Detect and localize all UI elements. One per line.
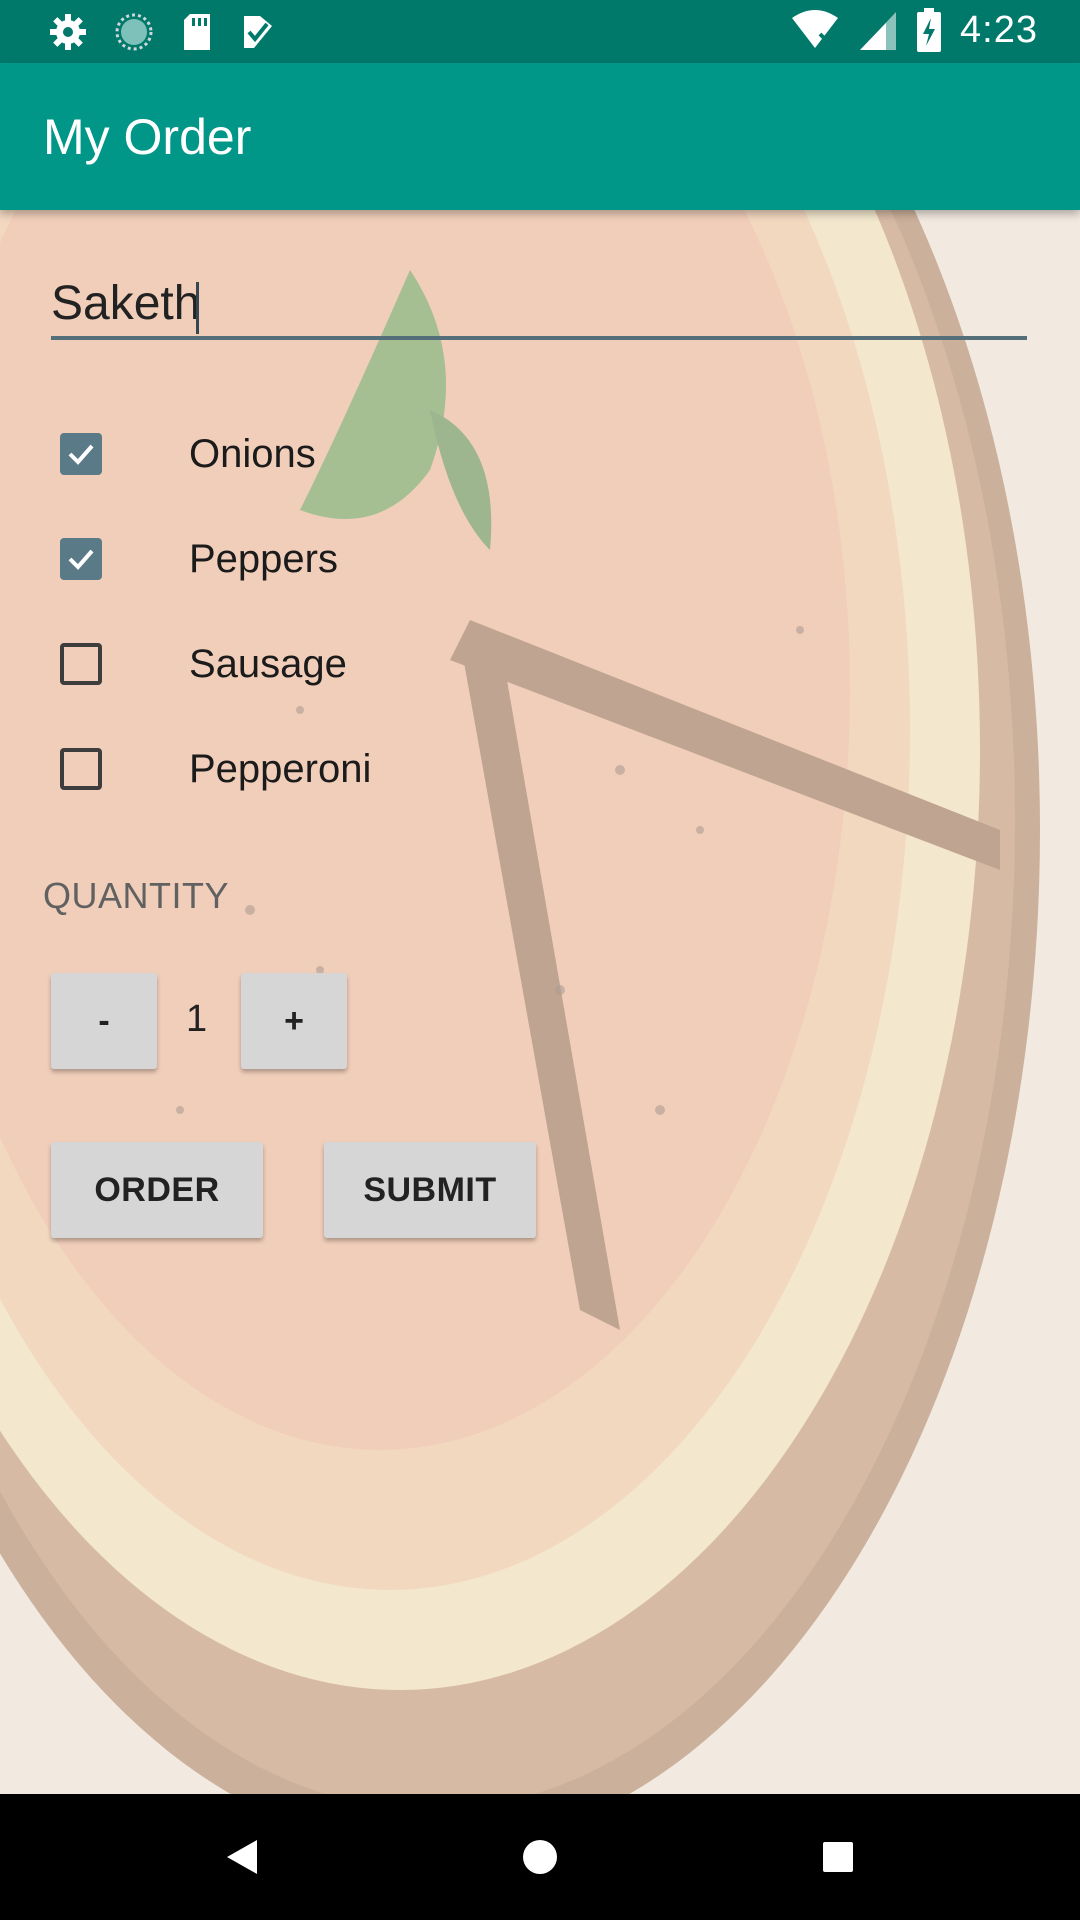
order-button[interactable]: ORDER xyxy=(51,1142,263,1238)
checkbox-label: Onions xyxy=(189,431,316,476)
back-icon xyxy=(227,1840,257,1874)
battery-charging-icon xyxy=(916,8,942,52)
status-time: 4:23 xyxy=(960,8,1038,51)
checkbox-box[interactable] xyxy=(60,538,102,580)
home-button[interactable] xyxy=(470,1794,610,1920)
sd-card-icon xyxy=(180,12,214,52)
decrement-button[interactable]: - xyxy=(51,973,157,1069)
checkbox-box[interactable] xyxy=(60,748,102,790)
checkbox-box[interactable] xyxy=(60,433,102,475)
checkbox-peppers[interactable]: Peppers xyxy=(60,529,338,589)
checkbox-label: Peppers xyxy=(189,536,338,581)
submit-button[interactable]: SUBMIT xyxy=(324,1142,536,1238)
back-button[interactable] xyxy=(172,1794,312,1920)
app-bar: My Order xyxy=(0,63,1080,210)
home-icon xyxy=(523,1840,557,1874)
signal-icon xyxy=(858,8,898,52)
checkbox-onions[interactable]: Onions xyxy=(60,424,316,484)
quantity-value: 1 xyxy=(186,998,208,1040)
settings-icon xyxy=(48,12,88,52)
status-bar: 4:23 xyxy=(0,0,1080,63)
wifi-off-icon xyxy=(790,8,840,52)
text-cursor xyxy=(196,282,199,334)
checkbox-box[interactable] xyxy=(60,643,102,685)
increment-button[interactable]: + xyxy=(241,973,347,1069)
check-icon xyxy=(68,444,94,465)
app-title: My Order xyxy=(43,109,252,165)
checkbox-label: Sausage xyxy=(189,641,347,686)
checkbox-label: Pepperoni xyxy=(189,746,372,791)
navigation-bar xyxy=(0,1794,1080,1920)
checkbox-pepperoni[interactable]: Pepperoni xyxy=(60,739,371,799)
sync-icon xyxy=(114,12,154,52)
recents-icon xyxy=(823,1842,853,1872)
recents-button[interactable] xyxy=(768,1794,908,1920)
check-icon xyxy=(68,549,94,570)
order-form: Onions Peppers Sausage Pepperoni QUANTIT… xyxy=(0,210,1080,1794)
background-overlay xyxy=(0,210,1080,1794)
quantity-heading: QUANTITY xyxy=(43,875,230,916)
checkbox-sausage[interactable]: Sausage xyxy=(60,634,347,694)
task-check-icon xyxy=(240,12,276,52)
